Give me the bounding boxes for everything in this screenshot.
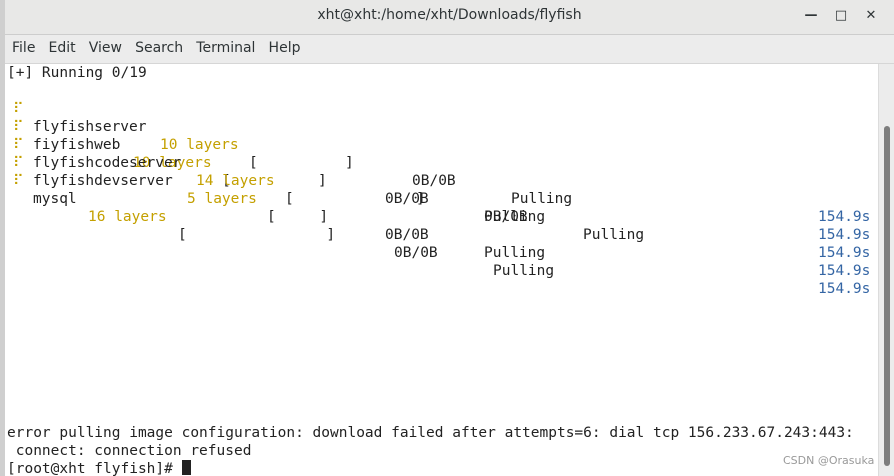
- layer-count: 5 layers: [187, 191, 257, 207]
- maximize-icon[interactable]: □: [833, 8, 849, 24]
- elapsed-time: 154.9s: [818, 245, 871, 261]
- status-label: Pulling: [583, 227, 645, 243]
- error-message: error pulling image configuration: downl…: [7, 425, 854, 441]
- minimize-icon[interactable]: —: [803, 8, 819, 24]
- vertical-scrollbar[interactable]: [878, 64, 894, 476]
- watermark: CSDN @Orasuka: [783, 454, 875, 467]
- layer-count: 16 layers: [88, 209, 167, 225]
- running-header: [+] Running 0/19: [7, 65, 147, 81]
- menu-edit[interactable]: Edit: [45, 40, 80, 56]
- elapsed-time: 154.9s: [818, 227, 871, 243]
- terminal-window: xht@xht:/home/xht/Downloads/flyfish — □ …: [5, 0, 894, 476]
- menu-help[interactable]: Help: [265, 40, 305, 56]
- spinner-icon: ⠏: [13, 173, 24, 189]
- menu-search[interactable]: Search: [131, 40, 187, 56]
- layer-count: 10 layers: [160, 137, 239, 153]
- title-bar[interactable]: xht@xht:/home/xht/Downloads/flyfish — □ …: [5, 0, 894, 35]
- text-cursor: [181, 460, 191, 475]
- progress-bar: [ ]: [249, 155, 354, 171]
- menu-view[interactable]: View: [85, 40, 126, 56]
- status-label: Pulling: [493, 263, 555, 279]
- progress-bar: [ ]: [178, 227, 336, 243]
- scrollbar-thumb[interactable]: [884, 126, 890, 466]
- status-label: Pulling: [484, 245, 546, 261]
- menu-bar: File Edit View Search Terminal Help: [5, 35, 894, 64]
- window-title: xht@xht:/home/xht/Downloads/flyfish: [317, 7, 582, 23]
- elapsed-time: 154.9s: [818, 281, 871, 297]
- prompt-text: [root@xht flyfish]#: [7, 461, 182, 476]
- shell-prompt[interactable]: [root@xht flyfish]#: [7, 460, 191, 476]
- progress-bar: [ ]: [267, 209, 329, 225]
- layer-count: 14 layers: [196, 173, 275, 189]
- service-name: mysql: [33, 191, 77, 207]
- size-label: 0B/0B: [412, 173, 456, 189]
- error-message-cont: connect: connection refused: [7, 443, 252, 459]
- menu-file[interactable]: File: [8, 40, 39, 56]
- pull-row: ⠏ mysql 16 layers [ ] 0B/0B Pulling 154.…: [7, 154, 870, 316]
- size-label: 0B/0B: [385, 227, 429, 243]
- progress-bar: [ ]: [285, 191, 425, 207]
- status-label: Pulling: [511, 191, 573, 207]
- elapsed-time: 154.9s: [818, 209, 871, 225]
- terminal-output[interactable]: [+] Running 0/19 ⠏ flyfishserver 10 laye…: [5, 64, 878, 476]
- elapsed-time: 154.9s: [818, 263, 871, 279]
- menu-terminal[interactable]: Terminal: [192, 40, 259, 56]
- size-label: 0B/0B: [394, 245, 438, 261]
- close-icon[interactable]: ✕: [863, 8, 879, 24]
- size-label: 0B/0B: [484, 209, 528, 225]
